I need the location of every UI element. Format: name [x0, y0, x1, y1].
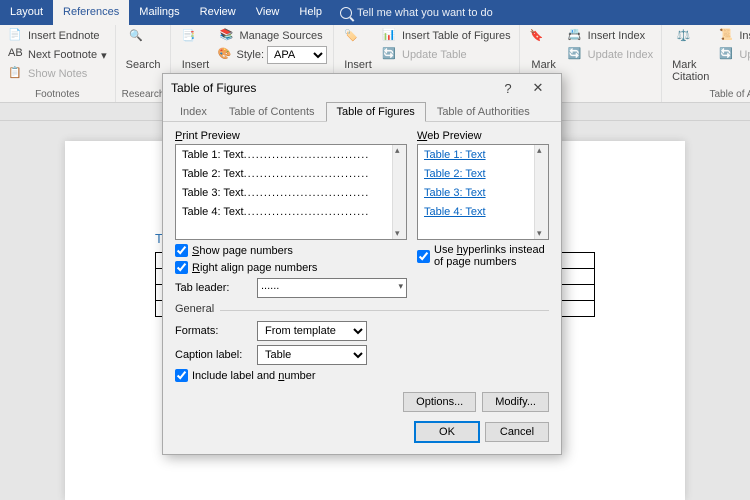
- general-label: General: [175, 303, 220, 315]
- insert-caption[interactable]: 🏷️Insert: [340, 27, 376, 73]
- dialog-titlebar[interactable]: Table of Figures ? ✕: [163, 74, 561, 102]
- help-button[interactable]: ?: [493, 81, 523, 96]
- insert-toa[interactable]: 📜Insert Table of Auth: [717, 27, 750, 45]
- show-page-numbers-checkbox[interactable]: [175, 244, 188, 257]
- group-label-research: Research: [122, 89, 165, 102]
- dialog-title: Table of Figures: [171, 81, 493, 95]
- print-preview-scrollbar[interactable]: [392, 145, 406, 239]
- right-align-checkbox[interactable]: [175, 261, 188, 274]
- group-toa: ⚖️Mark Citation 📜Insert Table of Auth 🔄U…: [662, 25, 750, 102]
- insert-table-of-figures[interactable]: 📊Insert Table of Figures: [380, 27, 513, 45]
- print-preview: Table 1: Text...........................…: [175, 144, 407, 240]
- lightbulb-icon: [340, 7, 352, 19]
- ribbon-tab-bar: Layout References Mailings Review View H…: [0, 0, 750, 25]
- tab-help[interactable]: Help: [289, 0, 332, 25]
- right-align-label: Right align page numbers: [192, 262, 317, 274]
- print-preview-label: Print Preview: [175, 130, 407, 142]
- style-select[interactable]: APA: [267, 46, 327, 64]
- web-preview-link[interactable]: Table 1: Text: [424, 149, 542, 161]
- close-button[interactable]: ✕: [523, 80, 553, 96]
- update-icon: 🔄: [382, 47, 398, 63]
- cancel-button[interactable]: Cancel: [485, 422, 549, 442]
- tell-me-search[interactable]: Tell me what you want to do: [340, 7, 493, 19]
- endnote-icon: 📄: [8, 28, 24, 44]
- table-of-figures-dialog: Table of Figures ? ✕ Index Table of Cont…: [162, 73, 562, 455]
- update-icon: 🔄: [719, 47, 735, 63]
- update-index: 🔄Update Index: [566, 46, 655, 64]
- tab-leader-select[interactable]: ......: [257, 278, 407, 298]
- tab-layout[interactable]: Layout: [0, 0, 53, 25]
- tab-leader-label: Tab leader:: [175, 282, 251, 294]
- dialog-tabs: Index Table of Contents Table of Figures…: [163, 102, 561, 122]
- next-footnote[interactable]: ABNext Footnote ▾: [6, 46, 109, 64]
- mark-entry[interactable]: 🔖Mark: [526, 27, 562, 73]
- dialog-tab-tof[interactable]: Table of Figures: [326, 102, 426, 122]
- group-label-footnotes: Footnotes: [6, 89, 109, 102]
- include-label-checkbox[interactable]: [175, 369, 188, 382]
- web-preview-link[interactable]: Table 4: Text: [424, 206, 542, 218]
- use-hyperlinks-label: Use hyperlinks instead of page numbers: [434, 244, 549, 268]
- dialog-tab-toa[interactable]: Table of Authorities: [426, 102, 541, 122]
- options-button[interactable]: Options...: [403, 392, 476, 412]
- group-label-toa: Table of Authorities: [668, 89, 750, 102]
- update-tof: 🔄Update Table: [380, 46, 513, 64]
- web-preview-label: Web Preview: [417, 130, 549, 142]
- formats-select[interactable]: From template: [257, 321, 367, 341]
- citation-icon: 📑: [181, 29, 209, 57]
- next-footnote-icon: AB: [8, 47, 24, 63]
- show-notes: 📋Show Notes: [6, 65, 109, 83]
- group-footnotes: 📄Insert Endnote ABNext Footnote ▾ 📋Show …: [0, 25, 116, 102]
- tab-mailings[interactable]: Mailings: [129, 0, 189, 25]
- web-preview-scrollbar[interactable]: [534, 145, 548, 239]
- manage-icon: 📚: [219, 28, 235, 44]
- show-notes-icon: 📋: [8, 66, 24, 82]
- tab-references[interactable]: References: [53, 0, 129, 25]
- tof-icon: 📊: [382, 28, 398, 44]
- insert-citation[interactable]: 📑 Insert: [177, 27, 213, 73]
- caption-label-label: Caption label:: [175, 349, 251, 361]
- search-button[interactable]: 🔍 Search: [122, 27, 165, 73]
- tab-review[interactable]: Review: [190, 0, 246, 25]
- caption-icon: 🏷️: [344, 29, 372, 57]
- insert-index[interactable]: 📇Insert Index: [566, 27, 655, 45]
- show-page-numbers-label: Show page numbers: [192, 245, 293, 257]
- use-hyperlinks-checkbox[interactable]: [417, 250, 430, 263]
- tab-view[interactable]: View: [246, 0, 290, 25]
- include-label-label: Include label and number: [192, 370, 316, 382]
- update-toa: 🔄Update Table: [717, 46, 750, 64]
- formats-label: Formats:: [175, 325, 251, 337]
- caption-label-select[interactable]: Table: [257, 345, 367, 365]
- web-preview-link[interactable]: Table 3: Text: [424, 187, 542, 199]
- update-icon: 🔄: [568, 47, 584, 63]
- web-preview-link[interactable]: Table 2: Text: [424, 168, 542, 180]
- mark-citation[interactable]: ⚖️Mark Citation: [668, 27, 713, 85]
- toa-icon: 📜: [719, 28, 735, 44]
- style-icon: 🎨: [217, 47, 233, 63]
- ok-button[interactable]: OK: [415, 422, 479, 442]
- insert-endnote[interactable]: 📄Insert Endnote: [6, 27, 109, 45]
- manage-sources[interactable]: 📚Manage Sources: [217, 27, 327, 45]
- modify-button[interactable]: Modify...: [482, 392, 549, 412]
- mark-citation-icon: ⚖️: [677, 29, 705, 57]
- tell-me-label: Tell me what you want to do: [357, 7, 493, 19]
- index-icon: 📇: [568, 28, 584, 44]
- style-label: Style:: [236, 49, 264, 61]
- dialog-tab-toc[interactable]: Table of Contents: [218, 102, 326, 122]
- mark-icon: 🔖: [530, 29, 558, 57]
- dialog-tab-index[interactable]: Index: [169, 102, 218, 122]
- web-preview: Table 1: Text Table 2: Text Table 3: Tex…: [417, 144, 549, 240]
- search-icon: 🔍: [129, 29, 157, 57]
